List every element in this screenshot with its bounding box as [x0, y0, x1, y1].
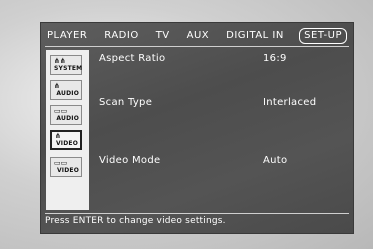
- sidebar-item-system[interactable]: ⋔⋔ SYSTEM: [50, 55, 82, 75]
- aspect-ratio-value: 16:9: [263, 53, 287, 64]
- bottom-divider: [45, 213, 349, 214]
- scan-type-value: Interlaced: [263, 97, 317, 108]
- top-divider: [45, 46, 349, 47]
- tab-tv[interactable]: TV: [154, 29, 172, 43]
- setup-menu-screen: PLAYER RADIO TV AUX DIGITAL IN SET-UP ⋔⋔…: [40, 22, 354, 234]
- top-tab-bar: PLAYER RADIO TV AUX DIGITAL IN SET-UP: [45, 28, 349, 44]
- setup-sidebar: ⋔⋔ SYSTEM ⋔ AUDIO ▭▭ AUDIO ⋔ VIDEO ▭▭ VI…: [46, 50, 89, 210]
- status-message: Press ENTER to change video settings.: [45, 216, 226, 226]
- sidebar-item-label: VIDEO: [56, 166, 79, 174]
- tab-player[interactable]: PLAYER: [45, 29, 89, 43]
- video-mode-label[interactable]: Video Mode: [99, 155, 160, 166]
- sidebar-item-audio-io[interactable]: ▭▭ AUDIO: [50, 105, 82, 125]
- sidebar-item-video-io[interactable]: ▭▭ VIDEO: [50, 157, 82, 177]
- audio-io-icon: ▭▭: [54, 106, 68, 115]
- sidebar-item-label: VIDEO: [55, 139, 78, 147]
- speaker-icon: ⋔: [54, 81, 60, 90]
- sidebar-item-video[interactable]: ⋔ VIDEO: [50, 130, 82, 150]
- aspect-ratio-label[interactable]: Aspect Ratio: [99, 53, 165, 64]
- tab-set-up[interactable]: SET-UP: [299, 28, 347, 44]
- video-icon: ⋔: [55, 131, 61, 140]
- sidebar-item-audio[interactable]: ⋔ AUDIO: [50, 80, 82, 100]
- sidebar-item-label: SYSTEM: [54, 64, 83, 72]
- tab-aux[interactable]: AUX: [185, 29, 212, 43]
- sidebar-item-label: AUDIO: [56, 114, 79, 122]
- sidebar-item-label: AUDIO: [56, 89, 79, 97]
- tab-radio[interactable]: RADIO: [102, 29, 140, 43]
- video-io-icon: ▭▭: [54, 158, 68, 167]
- system-icon: ⋔⋔: [54, 56, 66, 65]
- video-mode-value: Auto: [263, 155, 288, 166]
- tab-digital-in[interactable]: DIGITAL IN: [224, 29, 286, 43]
- scan-type-label[interactable]: Scan Type: [99, 97, 152, 108]
